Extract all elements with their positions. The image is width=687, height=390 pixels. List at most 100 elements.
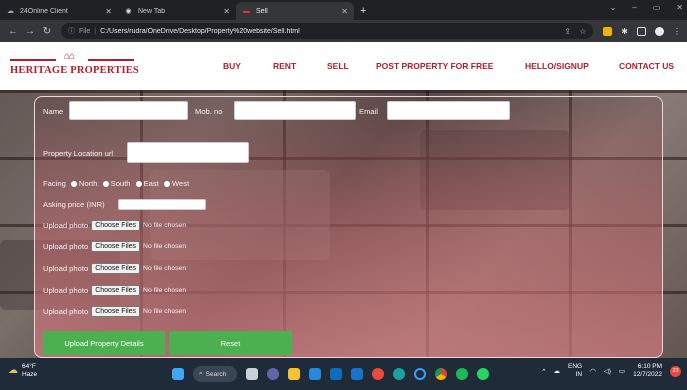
close-icon[interactable]: ✕ [341, 7, 348, 16]
location-url-input[interactable] [127, 142, 249, 163]
email-label: Email [359, 107, 378, 116]
email-input[interactable] [387, 101, 510, 120]
nav-sell[interactable]: SELL [327, 61, 349, 71]
upload-row: Upload photo Choose Files No file chosen [43, 263, 186, 274]
forward-icon[interactable]: → [23, 26, 37, 37]
upload-row: Upload photo Choose Files No file chosen [43, 241, 186, 252]
chrome-icon[interactable] [435, 368, 447, 380]
close-icon[interactable]: ✕ [105, 7, 112, 16]
file-scheme-label: File [79, 27, 91, 35]
choose-files-button[interactable]: Choose Files [91, 263, 141, 274]
choose-files-button[interactable]: Choose Files [91, 306, 141, 317]
tab-title: Sell [256, 7, 268, 15]
browser-tab-strip: ☁ 24Online Client ✕ ◉ New Tab ✕ ▬ Sell ✕… [0, 0, 687, 20]
new-tab-icon[interactable]: + [360, 2, 366, 20]
app-l-icon[interactable] [351, 368, 363, 380]
upload-row: Upload photo Choose Files No file chosen [43, 285, 186, 296]
file-explorer-icon[interactable] [288, 368, 300, 380]
browser-tab-sell[interactable]: ▬ Sell ✕ [236, 2, 354, 20]
chrome-icon: ◉ [125, 8, 132, 15]
radio-south[interactable] [102, 181, 109, 187]
reset-button[interactable]: Reset [169, 331, 292, 355]
windows-start-icon[interactable] [172, 368, 184, 380]
upload-label: Upload photo [43, 242, 89, 251]
mobile-input[interactable] [234, 101, 356, 120]
menu-dots-icon[interactable]: ⋮ [673, 27, 681, 36]
taskbar-search[interactable]: ⌕ Search [193, 366, 237, 382]
radio-east[interactable] [135, 181, 142, 187]
weather-condition: Haze [22, 371, 38, 378]
mob-label: Mob. no [195, 107, 223, 116]
facing-label: Facing [43, 179, 66, 188]
radio-west[interactable] [163, 181, 170, 187]
radio-south-label: South [110, 179, 131, 188]
nav-signup[interactable]: HELLO/SIGNUP [525, 61, 589, 71]
choose-files-button[interactable]: Choose Files [91, 241, 141, 252]
nav-rent[interactable]: RENT [273, 61, 296, 71]
weather-widget[interactable]: ☁ 64°F Haze [8, 363, 37, 379]
share-icon[interactable]: ⇪ [564, 27, 571, 36]
choose-files-button[interactable]: Choose Files [91, 220, 141, 231]
nav-contact[interactable]: CONTACT US [619, 61, 674, 71]
time-text: 6:10 PM [637, 363, 662, 370]
browser-toolbar: ← → ↻ ⓘ File | C:/Users/rudra/OneDrive/D… [0, 20, 687, 42]
app-badge-icon[interactable] [372, 368, 384, 380]
close-icon[interactable]: ✕ [223, 7, 230, 16]
url-text[interactable]: C:/Users/rudra/OneDrive/Desktop/Property… [100, 28, 564, 35]
weather-icon: ☁ [8, 365, 18, 376]
choose-files-button[interactable]: Choose Files [91, 285, 141, 296]
omnibox-actions: ⇪ ☆ [564, 27, 586, 36]
system-tray: ^ ☁ ENG IN ◠ ◁) ▭ 6:10 PM 12/7/2022 23 [542, 363, 681, 379]
extension-icon[interactable] [603, 26, 613, 36]
browser-tab-new-tab[interactable]: ◉ New Tab ✕ [118, 2, 236, 20]
volume-icon[interactable]: ◁) [604, 367, 611, 375]
edge-icon[interactable] [393, 368, 405, 380]
price-input[interactable] [118, 199, 206, 210]
reload-icon[interactable]: ↻ [40, 26, 54, 37]
search-label: Search [205, 370, 227, 378]
browser-tab-24online[interactable]: ☁ 24Online Client ✕ [0, 2, 118, 20]
maximize-icon[interactable]: ▭ [653, 3, 661, 12]
profile-avatar[interactable] [655, 26, 664, 36]
region-text: IN [575, 371, 583, 378]
notification-badge[interactable]: 23 [670, 365, 681, 377]
sidepanel-icon[interactable] [637, 26, 646, 36]
chevron-up-icon[interactable]: ^ [542, 368, 545, 375]
widgets-icon[interactable] [309, 368, 321, 380]
upload-label: Upload photo [43, 264, 89, 273]
star-icon[interactable]: ☆ [579, 27, 586, 36]
location-label: Property Location url [43, 149, 114, 158]
puzzle-icon[interactable]: ✱ [621, 27, 628, 36]
upload-row: Upload photo Choose Files No file chosen [43, 220, 186, 231]
taskbar-apps: ⌕ Search [172, 366, 489, 382]
temperature: 64°F [22, 363, 36, 370]
name-input[interactable] [69, 101, 188, 120]
whatsapp-icon[interactable] [477, 368, 489, 380]
battery-icon[interactable]: ▭ [619, 367, 625, 375]
address-bar[interactable]: ⓘ File | C:/Users/rudra/OneDrive/Desktop… [61, 23, 594, 39]
upload-property-button[interactable]: Upload Property Details [43, 331, 165, 355]
clock[interactable]: 6:10 PM 12/7/2022 [633, 363, 662, 379]
back-icon[interactable]: ← [6, 26, 20, 37]
spotify-icon[interactable] [456, 368, 468, 380]
close-window-icon[interactable]: ✕ [676, 3, 683, 12]
upload-label: Upload photo [43, 307, 89, 316]
task-view-icon[interactable] [246, 368, 258, 380]
cortana-icon[interactable] [414, 368, 426, 380]
chevron-down-icon[interactable]: ⌄ [610, 3, 617, 12]
nav-post-property[interactable]: POST PROPERTY FOR FREE [376, 61, 493, 71]
windows-taskbar: ☁ 64°F Haze ⌕ Search ^ ☁ ENG IN ◠ ◁) ▭ 6:… [0, 358, 687, 390]
info-icon[interactable]: ⓘ [68, 26, 75, 36]
upload-row: Upload photo Choose Files No file chosen [43, 306, 186, 317]
cloud-tray-icon[interactable]: ☁ [553, 367, 560, 375]
radio-north[interactable] [70, 181, 77, 187]
teams-icon[interactable] [267, 368, 279, 380]
site-logo[interactable]: ⌂⌂ HERITAGE PROPERTIES [10, 51, 140, 83]
language-indicator[interactable]: ENG IN [568, 363, 582, 379]
minimize-icon[interactable]: – [632, 3, 636, 12]
wifi-icon[interactable]: ◠ [590, 367, 596, 375]
nav-buy[interactable]: BUY [223, 61, 241, 71]
mail-icon[interactable] [330, 368, 342, 380]
screen: ☁ 24Online Client ✕ ◉ New Tab ✕ ▬ Sell ✕… [0, 0, 687, 390]
search-icon: ⌕ [199, 370, 203, 377]
